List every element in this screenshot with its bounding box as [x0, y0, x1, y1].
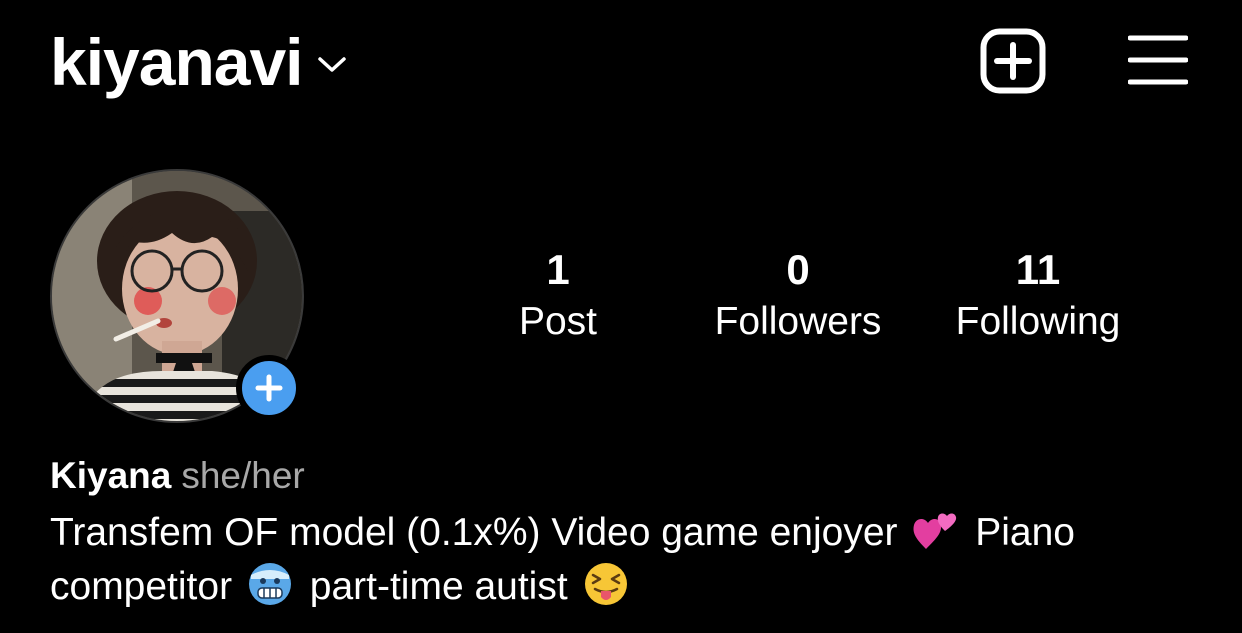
- followers-count: 0: [786, 246, 810, 293]
- posts-label: Post: [518, 300, 598, 343]
- posts-stat[interactable]: 1 Post: [498, 244, 618, 348]
- bio-line-2-text: competitor: [50, 565, 233, 608]
- pronouns: she/her: [181, 455, 305, 496]
- following-stat[interactable]: 11 Following: [938, 244, 1138, 348]
- hamburger-menu-icon[interactable]: [1128, 34, 1188, 86]
- followers-stat[interactable]: 0 Followers: [688, 244, 908, 348]
- bio-line-1-tail: Piano: [975, 511, 1075, 554]
- username: kiyanavi: [50, 25, 304, 99]
- bio-text: Transfem OF model (0.1x%) Video game enj…: [50, 506, 1210, 614]
- bio-line-1-text: Transfem OF model (0.1x%) Video game enj…: [50, 511, 898, 554]
- bio-line-2-mid: part-time autist: [309, 565, 568, 608]
- chevron-down-icon: [317, 57, 346, 72]
- bio-line-1: Transfem OF model (0.1x%) Video game enj…: [50, 506, 1210, 560]
- following-count: 11: [1015, 246, 1061, 293]
- username-switcher[interactable]: kiyanavi: [50, 22, 347, 102]
- display-name: Kiyana: [50, 455, 172, 496]
- cold-face-emoji: [248, 563, 291, 605]
- two-hearts-emoji: [913, 513, 957, 549]
- plus-icon: [255, 374, 283, 402]
- profile-name-line: Kiyana she/her: [50, 452, 305, 500]
- plus-square-icon[interactable]: [980, 28, 1046, 94]
- add-story-button[interactable]: [236, 355, 302, 421]
- following-label: Following: [955, 300, 1121, 343]
- bio-line-2: competitor part-time autist: [50, 560, 1210, 614]
- posts-count: 1: [546, 246, 570, 293]
- followers-label: Followers: [714, 300, 882, 343]
- squinting-tongue-face-emoji: [584, 563, 627, 605]
